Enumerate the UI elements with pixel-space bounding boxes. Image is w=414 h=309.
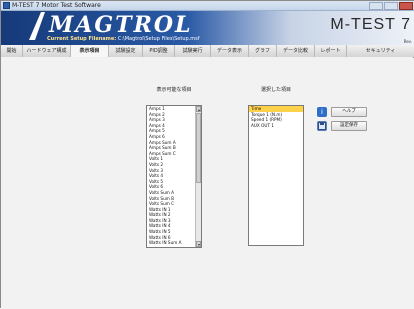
close-button[interactable]	[399, 2, 413, 10]
tab-start[interactable]: 開始	[1, 45, 23, 57]
help-button[interactable]: i ヘルプ	[317, 106, 367, 118]
scroll-down-arrow-icon[interactable]	[196, 241, 201, 247]
revision-label: Rev.	[403, 39, 412, 44]
maximize-button[interactable]	[384, 2, 398, 10]
window-controls	[369, 1, 413, 11]
save-icon	[317, 121, 327, 131]
app-icon	[3, 2, 10, 9]
info-icon: i	[317, 107, 327, 117]
current-setup: Current Setup Filename: C:\Magtrol\Setup…	[47, 36, 200, 42]
tab-data-display[interactable]: データ表示	[211, 45, 249, 57]
tab-run-test[interactable]: 試験実行	[175, 45, 211, 57]
selected-items-container: Time Torque 1 (N.m) Speed 1 (RPM) AUX OUT 1	[249, 106, 303, 128]
brand-header: MAGTROL Current Setup Filename: C:\Magtr…	[1, 11, 414, 45]
available-items-label: 表示可能な項目	[156, 87, 192, 93]
tab-security[interactable]: セキュリティ	[347, 45, 414, 57]
available-items-list[interactable]: Amps 1 Amps 2 Amps 3 Amps 4 Amps 5 Amps 6 Amps…	[146, 105, 202, 248]
tab-display-items[interactable]: 表示項目	[71, 45, 109, 57]
brand-logo-text: MAGTROL	[49, 12, 193, 38]
minimize-button[interactable]	[369, 2, 383, 10]
selected-items-label: 選択した項目	[260, 87, 291, 93]
selected-items-list[interactable]: Time Torque 1 (N.m) Speed 1 (RPM) AUX OUT 1	[248, 105, 304, 246]
scroll-up-arrow-icon[interactable]	[196, 106, 201, 112]
display-items-panel: 表示可能な項目 Amps 1 Amps 2 Amps 3 Amps 4 Amps 5 Am…	[1, 58, 414, 309]
selected-list-item[interactable]: AUX OUT 1	[249, 123, 303, 129]
scroll-thumb[interactable]	[196, 113, 201, 183]
app-window: M-TEST 7 Motor Test Software MAGTROL Cur…	[0, 0, 414, 309]
magtrol-logo-icon	[29, 12, 45, 40]
setup-filename: C:\Magtrol\Setup Files\Setup.msf	[117, 36, 200, 42]
setup-label: Current Setup Filename:	[47, 36, 117, 42]
tab-graph[interactable]: グラフ	[249, 45, 277, 57]
tab-report[interactable]: レポート	[315, 45, 347, 57]
available-list-item[interactable]: Watts IN Sum A	[147, 240, 201, 246]
available-items-container: Amps 1 Amps 2 Amps 3 Amps 4 Amps 5 Amps 6 Amps…	[147, 106, 201, 246]
product-name: M-TEST 7	[330, 16, 411, 33]
save-settings-button[interactable]: 設定保存	[317, 120, 367, 132]
tab-pid-tuning[interactable]: PID調整	[143, 45, 175, 57]
title-bar: M-TEST 7 Motor Test Software	[1, 1, 414, 11]
window-title: M-TEST 7 Motor Test Software	[12, 2, 101, 9]
tab-data-compare[interactable]: データ比較	[277, 45, 315, 57]
help-button-label: ヘルプ	[331, 107, 367, 117]
main-tab-bar: 開始 ハードウェア構成 表示項目 試験設定 PID調整 試験実行 データ表示 グ…	[1, 45, 414, 57]
tab-test-settings[interactable]: 試験設定	[109, 45, 143, 57]
tab-hardware-config[interactable]: ハードウェア構成	[23, 45, 71, 57]
available-list-scrollbar[interactable]	[195, 106, 201, 247]
save-settings-label: 設定保存	[331, 121, 367, 131]
